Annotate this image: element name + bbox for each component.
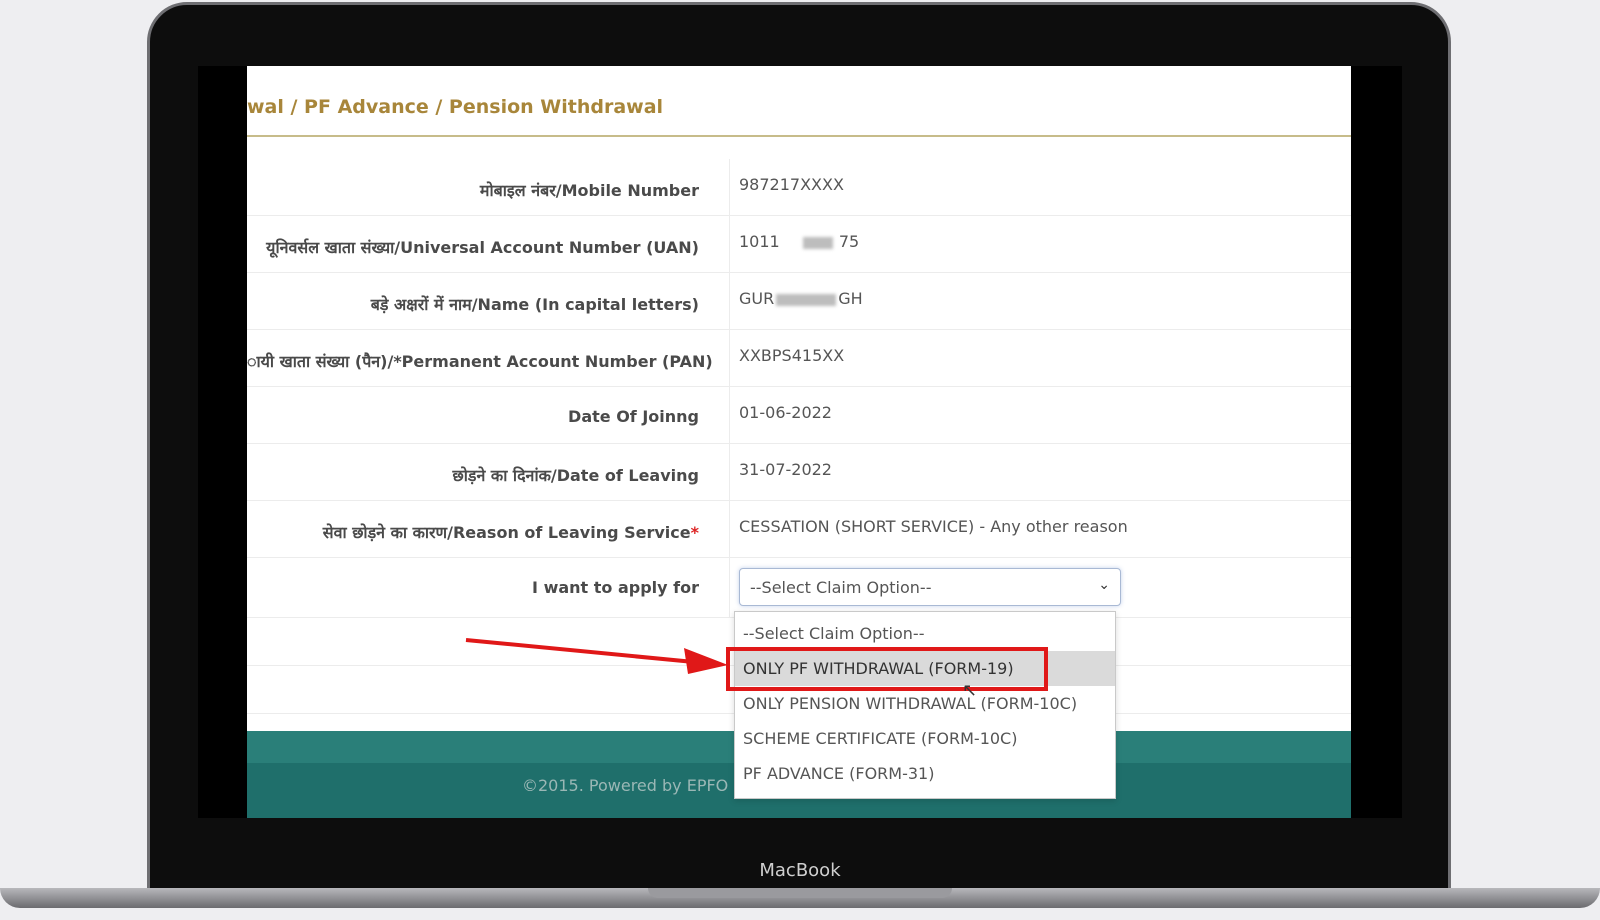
name-value-prefix: GUR xyxy=(739,289,775,308)
column-divider xyxy=(729,444,730,500)
chevron-down-icon: ⌄ xyxy=(1098,577,1110,593)
form-row-name: बड़े अक्षरों में नाम/Name (In capital le… xyxy=(247,273,1351,330)
column-divider xyxy=(729,273,730,329)
arrow-icon xyxy=(465,638,728,674)
form-row-uan: यूनिवर्सल खाता संख्या/Universal Account … xyxy=(247,216,1351,273)
column-divider xyxy=(729,216,730,272)
highlight-box xyxy=(726,647,1048,691)
mobile-label: मोबाइल नंबर/Mobile Number xyxy=(479,181,699,200)
form-row-reason-of-leaving: सेवा छोड़ने का कारण/Reason of Leaving Se… xyxy=(247,501,1351,558)
device-brand: MacBook xyxy=(759,860,841,881)
footer-text: ©2015. Powered by EPFO We xyxy=(522,776,759,795)
date-of-joining-value: 01-06-2022 xyxy=(739,403,832,422)
uan-value-suffix: 75 xyxy=(838,232,860,251)
form-row-date-of-leaving: छोड़ने का दिनांक/Date of Leaving 31-07-2… xyxy=(247,444,1351,501)
uan-value: 1011 75 xyxy=(739,232,859,251)
dropdown-option-pf-advance[interactable]: PF ADVANCE (FORM-31) xyxy=(735,756,1115,791)
column-divider xyxy=(729,501,730,557)
mouse-cursor-icon: ↖ xyxy=(962,680,978,701)
redacted-blur xyxy=(776,293,837,306)
dropdown-option-scheme-certificate[interactable]: SCHEME CERTIFICATE (FORM-10C) xyxy=(735,721,1115,756)
reason-of-leaving-label: सेवा छोड़ने का कारण/Reason of Leaving Se… xyxy=(323,521,699,543)
claim-option-select[interactable]: --Select Claim Option-- ⌄ xyxy=(739,568,1121,606)
column-divider xyxy=(729,558,730,617)
mobile-value: 987217XXXX xyxy=(739,175,844,194)
pan-value: XXBPS415XX xyxy=(739,346,845,365)
claim-option-selected: --Select Claim Option-- xyxy=(750,578,932,597)
laptop-base xyxy=(0,888,1600,920)
form-row-date-of-joining: Date Of Joinng 01-06-2022 xyxy=(247,387,1351,444)
name-value: GUR GH xyxy=(739,289,863,308)
date-of-leaving-label: छोड़ने का दिनांक/Date of Leaving xyxy=(452,466,699,485)
reason-label-text: सेवा छोड़ने का कारण/Reason of Leaving Se… xyxy=(322,523,691,542)
date-of-joining-label: Date Of Joinng xyxy=(568,407,699,426)
date-of-leaving-value: 31-07-2022 xyxy=(739,460,832,479)
page-header: wal / PF Advance / Pension Withdrawal xyxy=(247,66,1351,137)
reason-of-leaving-value: CESSATION (SHORT SERVICE) - Any other re… xyxy=(739,517,1128,536)
form-row-pan: ायी खाता संख्या (पैन)/*Permanent Account… xyxy=(247,330,1351,387)
name-value-suffix: GH xyxy=(838,289,863,308)
redacted-blur xyxy=(802,236,833,249)
column-divider xyxy=(729,159,730,215)
column-divider xyxy=(729,330,730,386)
form-row-apply-for: I want to apply for --Select Claim Optio… xyxy=(247,558,1351,618)
dropdown-option[interactable]: --Select Claim Option-- xyxy=(735,616,1115,651)
column-divider xyxy=(729,387,730,443)
uan-label: यूनिवर्सल खाता संख्या/Universal Account … xyxy=(266,238,699,257)
breadcrumb: wal / PF Advance / Pension Withdrawal xyxy=(247,96,664,118)
uan-value-prefix: 1011 xyxy=(739,232,780,251)
laptop-notch xyxy=(648,888,952,898)
required-mark: * xyxy=(690,523,699,542)
pan-label: ायी खाता संख्या (पैन)/*Permanent Account… xyxy=(247,352,713,371)
form-row-mobile: मोबाइल नंबर/Mobile Number 987217XXXX xyxy=(247,159,1351,216)
claim-option-dropdown: --Select Claim Option-- ONLY PF WITHDRAW… xyxy=(734,611,1116,799)
dropdown-option-pension-withdrawal[interactable]: ONLY PENSION WITHDRAWAL (FORM-10C) xyxy=(735,686,1115,721)
name-label: बड़े अक्षरों में नाम/Name (In capital le… xyxy=(370,295,699,314)
apply-for-label: I want to apply for xyxy=(532,578,699,597)
